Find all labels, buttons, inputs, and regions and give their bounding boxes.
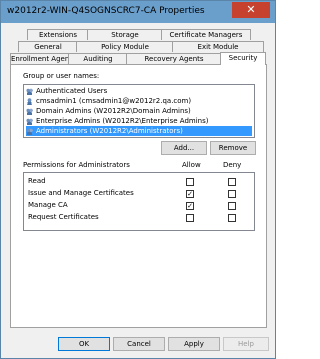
allow-issue-manage-checkbox[interactable]: ✓ (186, 190, 194, 198)
tab-auditing[interactable]: Auditing (68, 53, 128, 64)
tab-label: Recovery Agents (144, 55, 204, 63)
add-button[interactable]: Add... (161, 141, 207, 155)
properties-window: w2012r2-WIN-Q4SOGNSCRC7-CA Properties ✕ … (0, 0, 276, 359)
allow-request-certificates-checkbox[interactable] (186, 214, 194, 222)
principal-name: Domain Admins (W2012R2\Domain Admins) (36, 107, 191, 115)
list-item[interactable]: Enterprise Admins (W2012R2\Enterprise Ad… (26, 116, 252, 126)
apply-button[interactable]: Apply (168, 337, 220, 351)
permission-read: Read (28, 177, 46, 185)
permissions-label: Permissions for Administrators (23, 161, 130, 169)
list-item[interactable]: cmsadmin1 (cmsadmin1@w2012r2.qa.com) (26, 96, 252, 106)
tab-policy-module[interactable]: Policy Module (76, 41, 174, 52)
tab-label: Auditing (83, 55, 113, 63)
tab-certificate-managers[interactable]: Certificate Managers (161, 29, 251, 40)
remove-button[interactable]: Remove (210, 141, 256, 155)
window-title: w2012r2-WIN-Q4SOGNSCRC7-CA Properties (7, 6, 205, 16)
tab-label: Policy Module (101, 43, 149, 51)
tab-label: Extensions (38, 31, 77, 39)
tab-extensions[interactable]: Extensions (27, 29, 89, 40)
tab-security[interactable]: Security (220, 52, 266, 65)
tab-general[interactable]: General (18, 41, 78, 52)
deny-read-checkbox[interactable] (228, 178, 236, 186)
tab-label: Certificate Managers (169, 31, 243, 39)
list-item-selected[interactable]: Administrators (W2012R2\Administrators) (26, 126, 252, 136)
group-icon (26, 107, 33, 115)
list-item[interactable]: Domain Admins (W2012R2\Domain Admins) (26, 106, 252, 116)
ok-button[interactable]: OK (58, 337, 110, 351)
tab-recovery-agents[interactable]: Recovery Agents (126, 53, 222, 64)
permission-manage-ca: Manage CA (28, 201, 68, 209)
tab-label: Security (228, 54, 258, 62)
allow-read-checkbox[interactable] (186, 178, 194, 186)
allow-header: Allow (182, 161, 201, 169)
permission-request-certificates: Request Certificates (28, 213, 99, 221)
close-button[interactable]: ✕ (232, 2, 270, 18)
permission-issue-manage: Issue and Manage Certificates (28, 189, 134, 197)
principal-name: Enterprise Admins (W2012R2\Enterprise Ad… (36, 117, 209, 125)
list-item[interactable]: Authenticated Users (26, 86, 252, 96)
user-icon (26, 97, 33, 105)
group-icon (26, 127, 33, 135)
deny-header: Deny (223, 161, 242, 169)
principal-name: cmsadmin1 (cmsadmin1@w2012r2.qa.com) (36, 97, 192, 105)
group-icon (26, 117, 33, 125)
group-icon (26, 87, 33, 95)
principals-list[interactable]: Authenticated Users cmsadmin1 (cmsadmin1… (23, 84, 255, 138)
deny-issue-manage-checkbox[interactable] (228, 190, 236, 198)
tab-label: General (34, 43, 62, 51)
cancel-button[interactable]: Cancel (113, 337, 165, 351)
tab-label: Enrollment Agents (11, 55, 76, 63)
tab-label: Storage (111, 31, 139, 39)
close-icon: ✕ (246, 3, 256, 16)
deny-manage-ca-checkbox[interactable] (228, 202, 236, 210)
principal-name: Authenticated Users (36, 87, 108, 95)
principal-name: Administrators (W2012R2\Administrators) (36, 127, 183, 135)
group-or-user-names-label: Group or user names: (23, 72, 100, 80)
tab-exit-module[interactable]: Exit Module (172, 41, 264, 52)
tab-storage[interactable]: Storage (87, 29, 163, 40)
permissions-list: Read Issue and Manage Certificates ✓ Man… (23, 172, 255, 231)
deny-request-certificates-checkbox[interactable] (228, 214, 236, 222)
tab-label: Exit Module (197, 43, 239, 51)
title-bar[interactable]: w2012r2-WIN-Q4SOGNSCRC7-CA Properties ✕ (1, 1, 275, 23)
allow-manage-ca-checkbox[interactable]: ✓ (186, 202, 194, 210)
tab-enrollment-agents[interactable]: Enrollment Agents (10, 53, 76, 64)
help-button[interactable]: Help (223, 337, 269, 351)
